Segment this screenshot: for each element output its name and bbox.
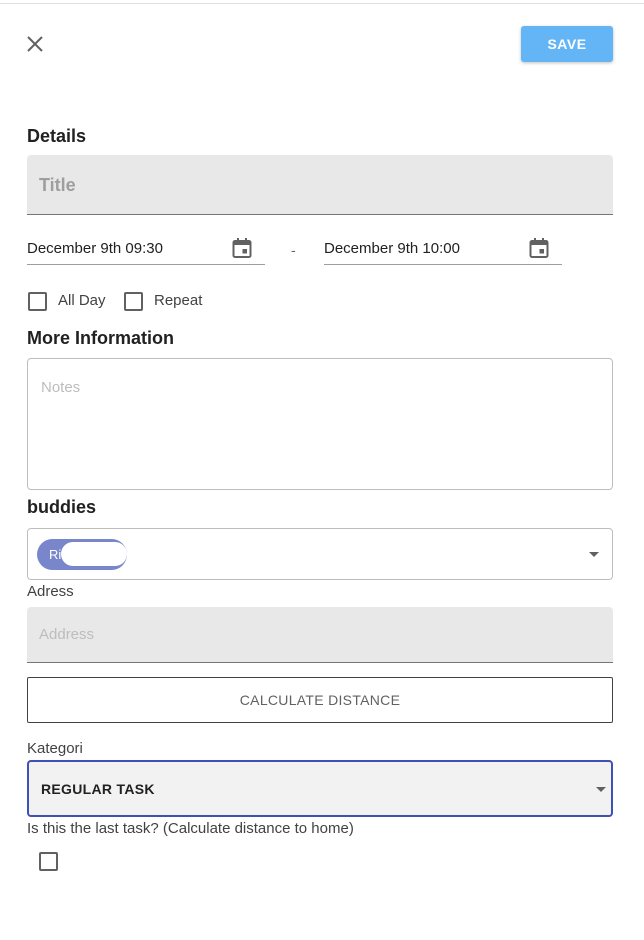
buddy-chip[interactable]: Ri [37,539,127,570]
last-task-checkbox[interactable] [39,852,58,871]
all-day-label: All Day [58,292,106,309]
more-information-heading: More Information [27,328,174,348]
save-button[interactable]: SAVE [521,26,613,62]
chevron-down-icon[interactable] [596,787,606,792]
calculate-distance-button[interactable]: CALCULATE DISTANCE [27,677,613,723]
start-date-field[interactable]: December 9th 09:30 [27,234,265,265]
buddies-heading: buddies [27,497,97,517]
kategori-label: Kategori [27,740,83,757]
buddies-select[interactable]: Ri [27,528,613,580]
redaction-mark [61,542,127,566]
notes-textarea[interactable]: Notes [27,358,613,490]
calendar-icon[interactable] [529,237,549,259]
repeat-checkbox[interactable] [124,292,143,311]
close-button[interactable] [24,33,46,55]
notes-placeholder: Notes [41,379,81,396]
end-date-value: December 9th 10:00 [324,240,460,257]
end-date-field[interactable]: December 9th 10:00 [324,234,562,265]
title-placeholder: Title [39,175,76,195]
top-divider [0,3,644,4]
last-task-label: Is this the last task? (Calculate distan… [27,820,354,837]
address-label: Adress [27,583,74,600]
date-separator: - [291,242,296,258]
chevron-down-icon[interactable] [589,552,599,557]
title-field[interactable]: Title [27,155,613,215]
kategori-selected-value: REGULAR TASK [41,781,155,797]
address-placeholder: Address [39,626,95,643]
start-date-value: December 9th 09:30 [27,240,163,257]
buddy-chip-label: Ri [49,547,62,562]
kategori-select[interactable]: REGULAR TASK [27,760,613,817]
calendar-icon[interactable] [232,237,252,259]
repeat-label: Repeat [154,292,203,309]
close-icon [27,36,43,52]
all-day-checkbox[interactable] [28,292,47,311]
details-heading: Details [27,126,87,146]
address-input[interactable]: Address [27,607,613,663]
